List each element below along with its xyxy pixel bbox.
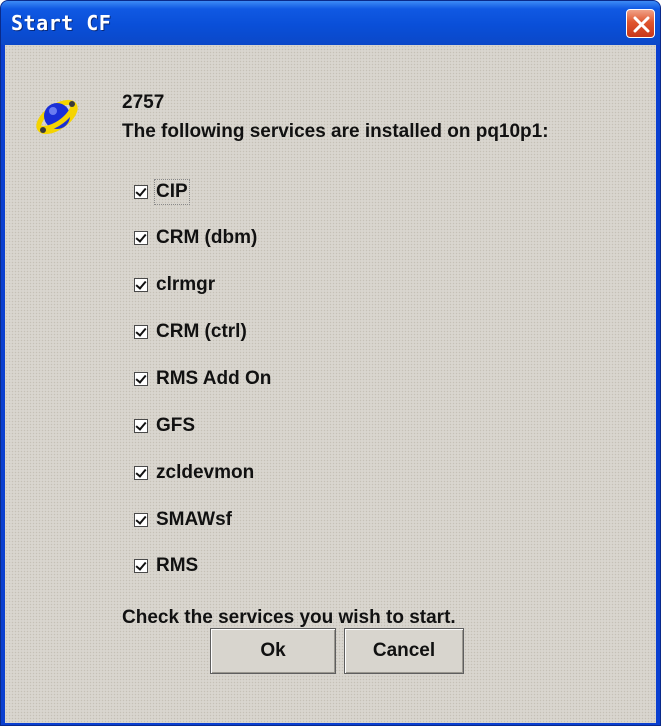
cf-globe-icon [36, 99, 78, 135]
service-checkbox-rms-add-on[interactable]: RMS Add On [134, 365, 271, 393]
service-checkbox-zcldevmon[interactable]: zcldevmon [134, 459, 254, 487]
message-code: 2757 [122, 92, 165, 113]
checkbox[interactable] [134, 231, 148, 245]
checkbox[interactable] [134, 185, 148, 199]
title-bar[interactable]: Start CF [1, 1, 660, 45]
start-cf-window: Start CF 2757 The following services are… [0, 0, 661, 726]
checkbox[interactable] [134, 559, 148, 573]
service-checkbox-crm-ctrl[interactable]: CRM (ctrl) [134, 318, 247, 346]
service-label: clrmgr [156, 274, 216, 295]
checkbox[interactable] [134, 419, 148, 433]
service-checkbox-crm-dbm[interactable]: CRM (dbm) [134, 224, 257, 252]
service-checkbox-clrmgr[interactable]: clrmgr [134, 271, 215, 299]
service-label: RMS Add On [156, 368, 272, 389]
service-label: GFS [156, 415, 196, 436]
close-x-icon [633, 16, 650, 33]
checkbox[interactable] [134, 513, 148, 527]
service-label: SMAWsf [156, 509, 232, 530]
service-label: CRM (dbm) [156, 227, 258, 248]
checkbox[interactable] [134, 278, 148, 292]
checkbox[interactable] [134, 372, 148, 386]
service-label: RMS [156, 555, 199, 576]
cancel-button[interactable]: Cancel [344, 628, 464, 674]
service-checkbox-rms[interactable]: RMS [134, 552, 198, 580]
service-label: CIP [154, 179, 190, 205]
service-checkbox-cip[interactable]: CIP [134, 178, 190, 206]
window-title: Start CF [11, 11, 112, 35]
checkbox[interactable] [134, 466, 148, 480]
message-text: The following services are installed on … [122, 121, 549, 142]
dialog-body: 2757 The following services are installe… [5, 45, 656, 723]
service-label: zcldevmon [156, 462, 255, 483]
ok-button[interactable]: Ok [210, 628, 336, 674]
service-checkbox-smawsf[interactable]: SMAWsf [134, 506, 232, 534]
checkbox[interactable] [134, 325, 148, 339]
instruction-text: Check the services you wish to start. [122, 607, 456, 628]
close-button[interactable] [626, 9, 655, 38]
service-checkbox-gfs[interactable]: GFS [134, 412, 195, 440]
service-label: CRM (ctrl) [156, 321, 247, 342]
